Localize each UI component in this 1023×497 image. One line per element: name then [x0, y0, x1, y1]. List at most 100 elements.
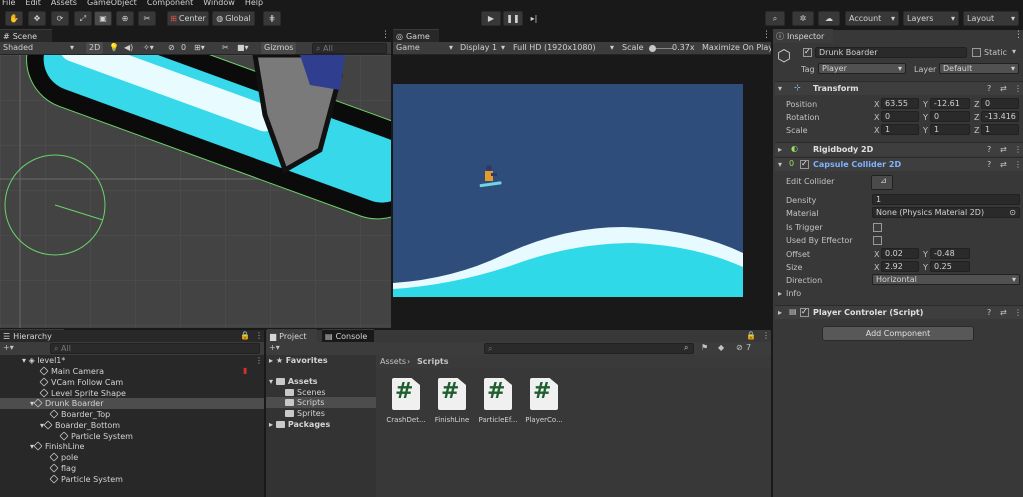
custom-tool-icon[interactable]: ✂: [138, 11, 156, 26]
preset-icon[interactable]: ⇄: [1000, 145, 1007, 154]
breadcrumb-scripts[interactable]: Scripts: [417, 357, 449, 366]
transform-tool-icon[interactable]: ⊕: [116, 11, 134, 26]
size-y-field[interactable]: 0.25: [930, 261, 970, 272]
packages-folder-item[interactable]: ▸ Packages: [269, 419, 330, 430]
active-checkbox[interactable]: [803, 47, 812, 57]
type-filter-icon[interactable]: ⚑: [701, 343, 708, 352]
scale-tool-icon[interactable]: ⤢: [74, 11, 92, 26]
layout-dropdown[interactable]: Layout ▾: [963, 11, 1019, 26]
more-icon[interactable]: ⋮: [762, 30, 771, 40]
hand-tool-icon[interactable]: ✋: [5, 11, 23, 26]
game-viewport[interactable]: [393, 55, 771, 328]
csharp-script-icon[interactable]: #: [438, 378, 466, 410]
more-icon[interactable]: ⋮: [1014, 84, 1022, 93]
grid-snap-icon[interactable]: ⋕: [263, 11, 281, 26]
display-dropdown[interactable]: Display 1: [460, 42, 497, 54]
menu-component[interactable]: Component: [147, 0, 193, 7]
layer-dropdown[interactable]: Default ▾: [939, 63, 1019, 74]
tab-inspector[interactable]: ⓘ Inspector: [773, 29, 833, 43]
more-icon[interactable]: ⋮: [255, 356, 263, 365]
collab-icon[interactable]: ✲: [792, 11, 814, 26]
search-icon[interactable]: ⌕: [765, 11, 785, 26]
assets-folder-item[interactable]: ▾ Assets: [269, 376, 318, 387]
effects-icon[interactable]: ✧▾: [143, 42, 154, 54]
shading-dropdown[interactable]: Shaded: [3, 42, 33, 54]
object-picker-icon[interactable]: ⊙: [1009, 208, 1016, 218]
light-icon[interactable]: 💡: [109, 42, 119, 54]
rect-tool-icon[interactable]: ▣: [94, 11, 112, 26]
game-view-dropdown[interactable]: Game: [396, 42, 420, 54]
gizmos-dropdown[interactable]: Gizmos: [261, 42, 297, 54]
scale-x-field[interactable]: 1: [881, 124, 919, 135]
project-search-input[interactable]: ⌕: [484, 343, 694, 354]
position-z-field[interactable]: 0: [981, 98, 1019, 109]
pivot-center-button[interactable]: ⊞ Center: [167, 11, 209, 26]
capsule-collider-header[interactable]: ▾ 0 Capsule Collider 2D ? ⇄ ⋮: [775, 157, 1023, 171]
lock-icon[interactable]: 🔒: [240, 331, 250, 340]
static-checkbox[interactable]: [972, 48, 981, 57]
tab-scene[interactable]: # Scene: [0, 29, 52, 43]
edit-collider-button[interactable]: ⊿: [871, 175, 893, 190]
info-foldout-label[interactable]: Info: [786, 289, 801, 298]
tab-game[interactable]: ◎ Game: [393, 29, 439, 43]
grid-icon[interactable]: ⊞▾: [194, 42, 205, 54]
list-item[interactable]: VCam Follow Cam: [39, 377, 123, 388]
add-icon[interactable]: +▾: [3, 343, 14, 352]
layers-dropdown[interactable]: Layers ▾: [903, 11, 959, 26]
help-icon[interactable]: ?: [987, 145, 991, 154]
camera-icon[interactable]: ■▾: [237, 42, 249, 54]
folder-item-scripts[interactable]: Scripts: [285, 397, 324, 408]
csharp-script-icon[interactable]: #: [392, 378, 420, 410]
offset-x-field[interactable]: 0.02: [881, 248, 919, 259]
breadcrumb-assets[interactable]: Assets: [380, 357, 406, 366]
list-item[interactable]: ▾ FinishLine: [30, 441, 84, 452]
more-icon[interactable]: ⋮: [255, 331, 263, 340]
menu-help[interactable]: Help: [245, 0, 263, 7]
csharp-script-icon[interactable]: #: [530, 378, 558, 410]
help-icon[interactable]: ?: [987, 160, 991, 169]
capsule-enabled-checkbox[interactable]: [800, 159, 809, 169]
play-button[interactable]: ▶: [481, 11, 501, 26]
rotation-y-field[interactable]: 0: [930, 111, 970, 122]
step-button[interactable]: ▸|: [525, 11, 543, 26]
tools-icon[interactable]: ✂: [222, 42, 229, 54]
material-field[interactable]: None (Physics Material 2D) ⊙: [872, 207, 1020, 218]
foldout-arrow-icon[interactable]: ▸: [778, 289, 782, 298]
help-icon[interactable]: ?: [987, 308, 991, 317]
favorites-item[interactable]: ▸ ★ Favorites: [269, 355, 328, 366]
pause-button[interactable]: ❚❚: [503, 11, 523, 26]
account-dropdown[interactable]: Account ▾: [845, 11, 899, 26]
rigidbody-header[interactable]: ▸ ◐ Rigidbody 2D ? ⇄ ⋮: [775, 142, 1023, 156]
position-x-field[interactable]: 63.55: [881, 98, 919, 109]
menu-edit[interactable]: Edit: [25, 0, 41, 7]
chevron-down-icon[interactable]: ▾: [1012, 47, 1016, 56]
menu-window[interactable]: Window: [203, 0, 235, 7]
used-by-effector-checkbox[interactable]: [873, 236, 882, 245]
script-component-header[interactable]: ▸ ▤ Player Controler (Script) ? ⇄ ⋮: [775, 305, 1023, 319]
2d-toggle[interactable]: 2D: [86, 42, 104, 54]
hierarchy-search-input[interactable]: ⌕ All: [50, 343, 260, 354]
rotation-z-field[interactable]: -13.416: [981, 111, 1019, 122]
audio-icon[interactable]: ◀): [124, 42, 133, 54]
preset-icon[interactable]: ⇄: [1000, 308, 1007, 317]
tab-project[interactable]: ▆ Project: [267, 329, 317, 343]
object-name-field[interactable]: Drunk Boarder: [815, 47, 967, 58]
more-icon[interactable]: ⋮: [1014, 160, 1022, 169]
menu-file[interactable]: File: [2, 0, 15, 7]
folder-item-sprites[interactable]: Sprites: [285, 408, 325, 419]
tag-dropdown[interactable]: Player ▾: [818, 63, 906, 74]
list-item[interactable]: pole: [49, 452, 78, 463]
list-item[interactable]: Boarder_Top: [49, 409, 110, 420]
scale-slider-thumb[interactable]: [649, 45, 656, 52]
more-icon[interactable]: ⋮: [1014, 30, 1023, 40]
direction-dropdown[interactable]: Horizontal ▾: [872, 274, 1020, 285]
hidden-packages-icon[interactable]: ⊘: [736, 343, 743, 352]
list-item[interactable]: ▾ ◈ level1*: [22, 355, 65, 366]
move-tool-icon[interactable]: ✥: [28, 11, 46, 26]
add-component-button[interactable]: Add Component: [822, 326, 974, 341]
add-icon[interactable]: +▾: [269, 343, 280, 352]
preset-icon[interactable]: ⇄: [1000, 160, 1007, 169]
script-enabled-checkbox[interactable]: [800, 307, 809, 317]
csharp-script-icon[interactable]: #: [484, 378, 512, 410]
resolution-dropdown[interactable]: Full HD (1920x1080): [513, 42, 596, 54]
